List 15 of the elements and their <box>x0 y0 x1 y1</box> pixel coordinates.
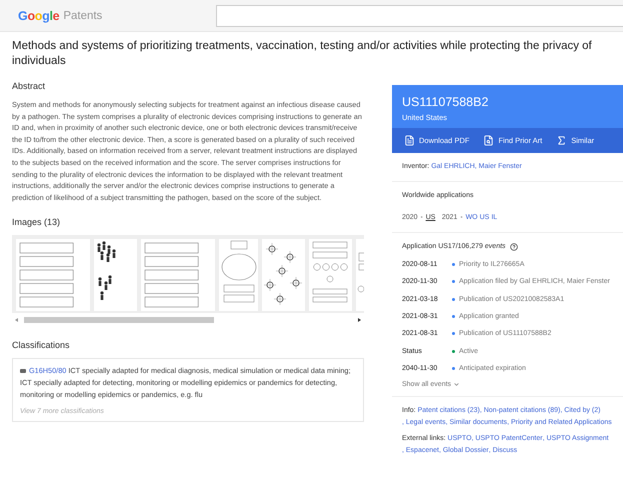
section-heading: Abstract <box>12 81 46 91</box>
patent-title: Methods and systems of prioritizing treatments, vaccination, testing and/or activities while protecting the privacy of individuals <box>12 39 593 69</box>
section-heading: Images (13) <box>12 217 62 228</box>
product-name: Patents <box>63 10 104 22</box>
document-icon <box>404 135 415 146</box>
chip-icon <box>20 369 26 374</box>
document-search-icon <box>483 135 494 146</box>
help-icon[interactable] <box>510 243 518 251</box>
section-heading: Classifications <box>12 340 71 350</box>
sigma-icon <box>556 135 568 146</box>
google-logo[interactable]: Google <box>18 8 60 22</box>
search-field[interactable] <box>216 4 623 26</box>
patent-number: US11107588B2 <box>402 95 490 109</box>
chevron-icon <box>453 381 460 388</box>
patent-figure-drawing[interactable] <box>94 239 137 312</box>
